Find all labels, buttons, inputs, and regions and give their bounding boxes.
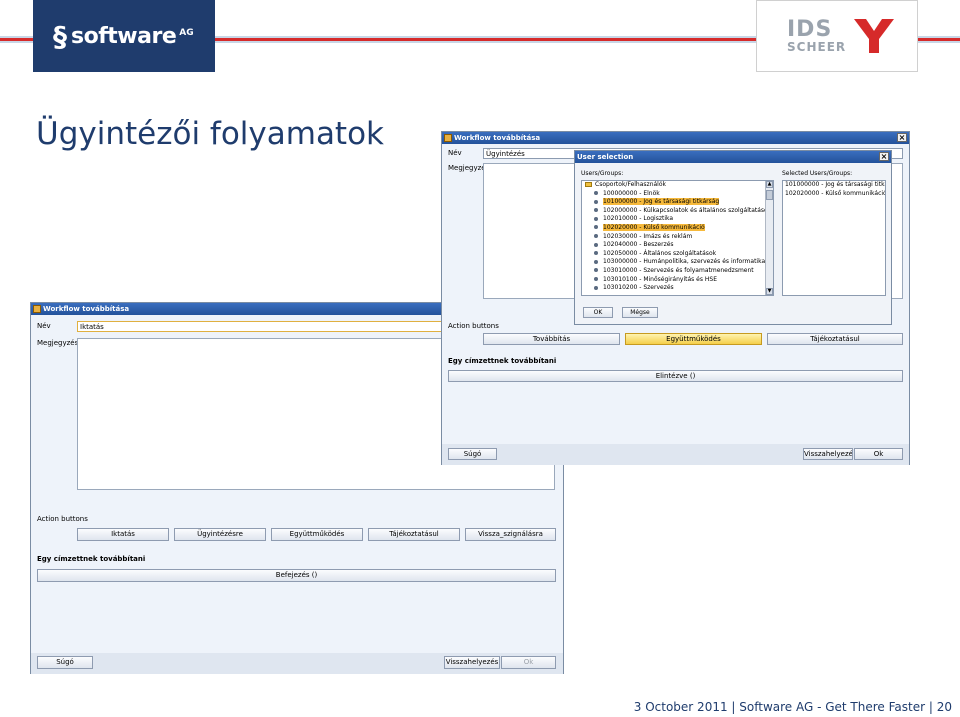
software-ag-logo-suffix: AG xyxy=(179,28,194,38)
user-group-icon xyxy=(594,208,598,213)
tree-item[interactable]: 102030000 - Imázs és reklám xyxy=(582,233,773,242)
user-group-icon xyxy=(594,277,598,282)
tree-item[interactable]: 103010100 - Minőségirányítás és HSE xyxy=(582,276,773,285)
tajekoztatasul-button[interactable]: Tájékoztatásul xyxy=(368,528,460,541)
elintezve-button[interactable]: Elintézve () xyxy=(448,370,903,382)
recipient-label: Egy címzettnek továbbítani xyxy=(37,555,146,563)
user-group-icon xyxy=(594,199,598,204)
tovabbitas-button[interactable]: Továbbítás xyxy=(483,333,620,345)
iktatas-button[interactable]: Iktatás xyxy=(77,528,169,541)
app-icon xyxy=(444,134,452,142)
tree-item[interactable]: 102010000 - Logisztika xyxy=(582,215,773,224)
user-group-icon xyxy=(594,234,598,239)
scroll-up-icon[interactable]: ▲ xyxy=(766,181,773,188)
vissza-szignalasra-button[interactable]: Vissza_szignálásra xyxy=(465,528,556,541)
close-icon[interactable]: × xyxy=(879,152,889,161)
ugyintezesre-button[interactable]: Ügyintézésre xyxy=(174,528,266,541)
users-groups-tree[interactable]: Csoportok/Felhasználók 100000000 - Elnök… xyxy=(581,180,774,296)
ids-logo-text: IDS xyxy=(787,17,833,42)
tree-root[interactable]: Csoportok/Felhasználók xyxy=(582,181,773,190)
software-ag-s-icon: § xyxy=(53,19,67,53)
note-label: Megjegyzés xyxy=(37,339,79,347)
folder-icon xyxy=(585,182,592,187)
egyuttmukodes-button[interactable]: Együttműködés xyxy=(625,333,762,345)
dialog-back-title: Workflow továbbítása xyxy=(43,305,130,313)
user-group-icon xyxy=(594,216,598,221)
egyuttmukodes-button[interactable]: Együttműködés xyxy=(271,528,363,541)
restore-button[interactable]: Visszahelyezés xyxy=(444,656,500,669)
tajekoztatasul-button[interactable]: Tájékoztatásul xyxy=(767,333,903,345)
help-button[interactable]: Súgó xyxy=(448,448,497,460)
tree-item[interactable]: 102020000 - Külső kommunikáció xyxy=(582,223,773,233)
name-label: Név xyxy=(448,149,462,157)
user-group-icon xyxy=(594,285,598,290)
user-selection-title: User selection xyxy=(577,153,634,161)
dialog-front-titlebar: Workflow továbbítása xyxy=(442,132,909,144)
user-group-icon xyxy=(594,242,598,247)
recipient-label: Egy címzettnek továbbítani xyxy=(448,357,557,365)
footer-text: 3 October 2011 | Software AG - Get There… xyxy=(633,700,952,714)
befejezes-button[interactable]: Befejezés () xyxy=(37,569,556,582)
tree-item[interactable]: 103010000 - Szervezés és folyamatmenedzs… xyxy=(582,267,773,276)
user-group-icon xyxy=(594,191,598,196)
page-title: Ügyintézői folyamatok xyxy=(36,116,385,152)
dialog-front-title: Workflow továbbítása xyxy=(454,134,541,142)
users-groups-label: Users/Groups: xyxy=(581,170,624,177)
user-group-icon xyxy=(594,259,598,264)
ids-scheer-y-icon xyxy=(854,19,895,53)
selected-users-groups-label: Selected Users/Groups: xyxy=(782,170,853,177)
ok-button[interactable]: Ok xyxy=(854,448,903,460)
action-buttons-label: Action buttons xyxy=(37,515,88,523)
user-selection-titlebar: User selection xyxy=(575,151,891,163)
cancel-button[interactable]: Mégse xyxy=(622,307,658,318)
tree-item[interactable]: 103010200 - Szervezés xyxy=(582,284,773,293)
scroll-thumb[interactable] xyxy=(766,190,773,200)
restore-button[interactable]: Visszahelyezés xyxy=(803,448,853,460)
help-button[interactable]: Súgó xyxy=(37,656,93,669)
ids-scheer-logo: IDS SCHEER xyxy=(756,0,918,72)
close-icon[interactable]: × xyxy=(897,133,907,142)
app-icon xyxy=(33,305,41,313)
tree-item[interactable]: 101000000 - Jog és társasági titkárság xyxy=(582,198,773,207)
user-group-icon xyxy=(594,268,598,273)
user-group-icon xyxy=(594,225,598,230)
selected-item[interactable]: 102020000 - Külső kommunikáció xyxy=(783,190,885,199)
user-selection-dialog: User selection × Users/Groups: Selected … xyxy=(574,150,892,325)
selected-users-list[interactable]: 101000000 - Jog és társasági titkárság10… xyxy=(782,180,886,296)
name-label: Név xyxy=(37,322,51,330)
tree-item[interactable]: 100000000 - Elnök xyxy=(582,190,773,199)
ok-button[interactable]: Ok xyxy=(501,656,556,669)
tree-item[interactable]: 102050000 - Általános szolgáltatások xyxy=(582,250,773,259)
software-ag-logo: § software AG xyxy=(33,0,215,72)
tree-scrollbar[interactable]: ▲ ▼ xyxy=(765,181,773,295)
ok-button[interactable]: OK xyxy=(583,307,613,318)
tree-item[interactable]: 102040000 - Beszerzés xyxy=(582,241,773,250)
tree-item[interactable]: 103000000 - Humánpolitika, szervezés és … xyxy=(582,258,773,267)
user-group-icon xyxy=(594,251,598,256)
selected-item[interactable]: 101000000 - Jog és társasági titkárság xyxy=(783,181,885,190)
action-buttons-label: Action buttons xyxy=(448,322,499,330)
software-ag-logo-text: software xyxy=(71,23,177,49)
scheer-logo-text: SCHEER xyxy=(787,40,847,54)
tree-item[interactable]: 102000000 - Külkapcsolatok és általános … xyxy=(582,207,773,216)
scroll-down-icon[interactable]: ▼ xyxy=(766,288,773,295)
